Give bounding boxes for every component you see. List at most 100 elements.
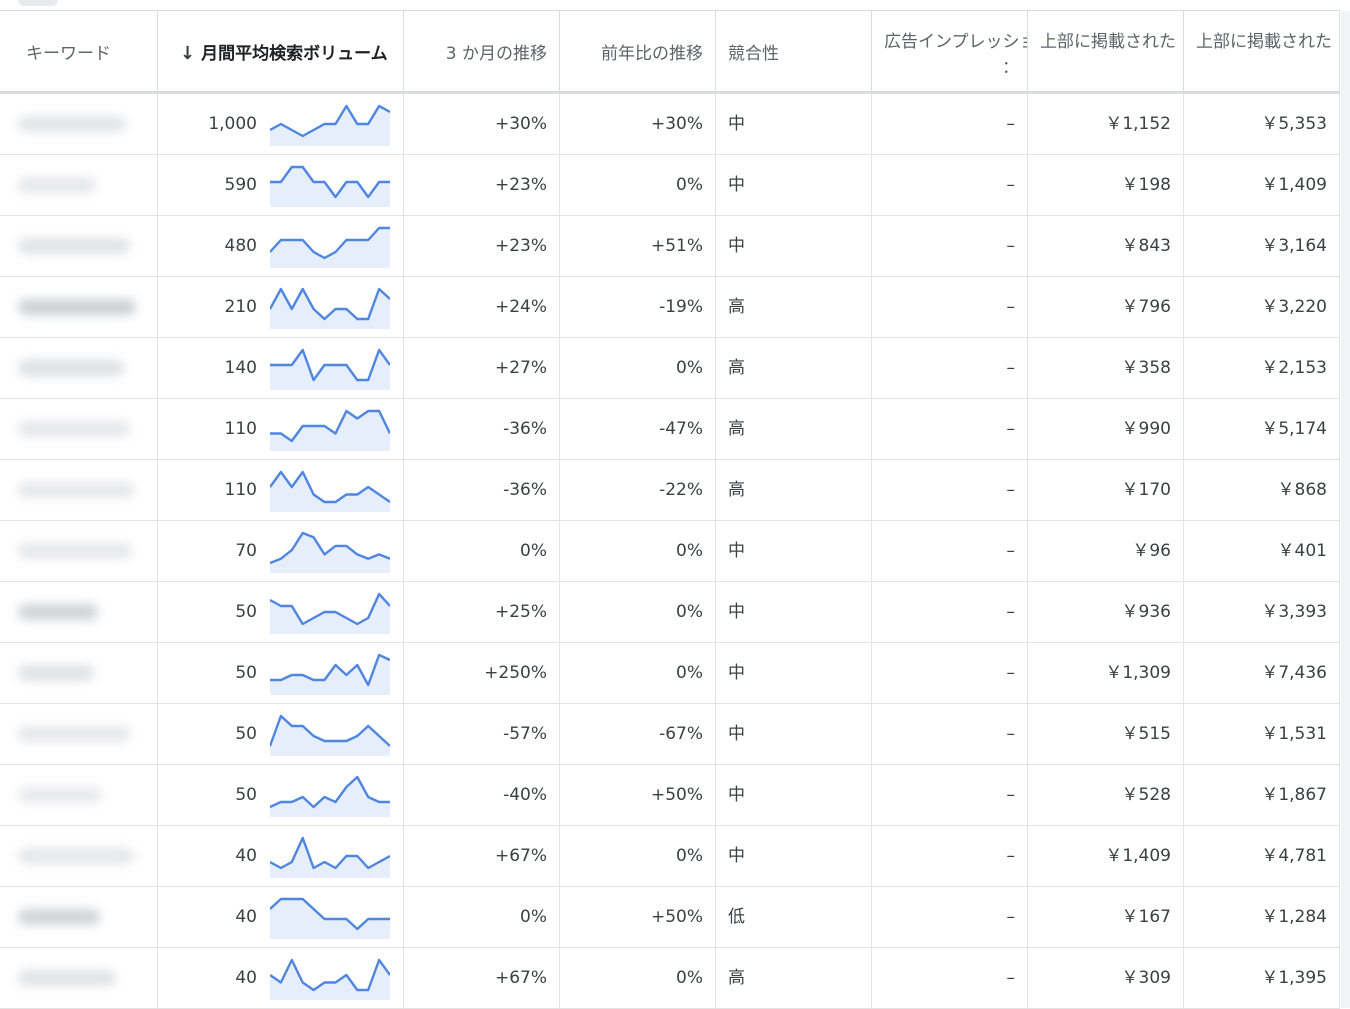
top-bid-low: ￥1,409 xyxy=(1028,826,1184,886)
volume-value: 40 xyxy=(235,968,257,988)
keyword-cell[interactable] xyxy=(0,582,158,642)
keyword-cell[interactable] xyxy=(0,216,158,276)
competition-level: 高 xyxy=(716,399,872,459)
competition-level: 中 xyxy=(716,826,872,886)
table-row[interactable]: 210 +24% -19% 高 – ￥796 ￥3,220 xyxy=(0,277,1340,338)
top-bid-high: ￥401 xyxy=(1184,521,1340,581)
keyword-cell[interactable] xyxy=(0,277,158,337)
column-header-impression-share[interactable]: 広告インプレッション ： xyxy=(872,11,1028,91)
column-header-yoy-label: 前年比の推移 xyxy=(601,44,703,64)
keyword-cell[interactable] xyxy=(0,948,158,1008)
column-header-top-bid-high[interactable]: 上部に掲載された xyxy=(1184,11,1340,91)
yoy-change: +50% xyxy=(560,765,716,825)
yoy-change: 0% xyxy=(560,521,716,581)
top-bid-low: ￥167 xyxy=(1028,887,1184,947)
top-bid-high: ￥1,284 xyxy=(1184,887,1340,947)
trend-sparkline xyxy=(270,348,390,390)
table-row[interactable]: 70 0% 0% 中 – ￥96 ￥401 xyxy=(0,521,1340,582)
three-month-change: 0% xyxy=(404,887,560,947)
volume-value: 40 xyxy=(235,907,257,927)
top-bid-low: ￥796 xyxy=(1028,277,1184,337)
three-month-change: +23% xyxy=(404,155,560,215)
table-row[interactable]: 50 +250% 0% 中 – ￥1,309 ￥7,436 xyxy=(0,643,1340,704)
column-header-top-bid-low-label: 上部に掲載された xyxy=(1040,32,1176,52)
column-header-top-bid-low[interactable]: 上部に掲載された xyxy=(1028,11,1184,91)
impression-share: – xyxy=(872,94,1028,154)
sort-descending-icon: ↓ xyxy=(180,43,196,64)
volume-cell: 590 xyxy=(158,155,404,215)
table-row[interactable]: 50 +25% 0% 中 – ￥936 ￥3,393 xyxy=(0,582,1340,643)
table-body: 1,000 +30% +30% 中 – ￥1,152 ￥5,353 590 +23% 0% 中 – ￥1… xyxy=(0,94,1340,1009)
top-bid-low: ￥990 xyxy=(1028,399,1184,459)
keyword-cell[interactable] xyxy=(0,399,158,459)
yoy-change: 0% xyxy=(560,582,716,642)
column-header-competition[interactable]: 競合性 xyxy=(716,11,872,91)
table-row[interactable]: 50 -57% -67% 中 – ￥515 ￥1,531 xyxy=(0,704,1340,765)
keyword-cell[interactable] xyxy=(0,643,158,703)
column-header-three-month[interactable]: 3 か月の推移 xyxy=(404,11,560,91)
table-row[interactable]: 40 0% +50% 低 – ￥167 ￥1,284 xyxy=(0,887,1340,948)
keyword-text-redacted xyxy=(18,238,130,254)
table-row[interactable]: 110 -36% -22% 高 – ￥170 ￥868 xyxy=(0,460,1340,521)
table-row[interactable]: 1,000 +30% +30% 中 – ￥1,152 ￥5,353 xyxy=(0,94,1340,155)
three-month-change: +23% xyxy=(404,216,560,276)
three-month-change: +250% xyxy=(404,643,560,703)
table-row[interactable]: 110 -36% -47% 高 – ￥990 ￥5,174 xyxy=(0,399,1340,460)
table-row[interactable]: 50 -40% +50% 中 – ￥528 ￥1,867 xyxy=(0,765,1340,826)
keyword-cell[interactable] xyxy=(0,765,158,825)
impression-share: – xyxy=(872,704,1028,764)
keyword-text-redacted xyxy=(18,299,136,315)
competition-level: 中 xyxy=(716,643,872,703)
top-bid-high: ￥3,393 xyxy=(1184,582,1340,642)
keyword-cell[interactable] xyxy=(0,460,158,520)
volume-value: 480 xyxy=(224,236,257,256)
column-header-keyword[interactable]: キーワード xyxy=(0,11,158,91)
trend-sparkline xyxy=(270,409,390,451)
keyword-cell[interactable] xyxy=(0,521,158,581)
impression-share: – xyxy=(872,826,1028,886)
keyword-cell[interactable] xyxy=(0,704,158,764)
column-header-volume[interactable]: ↓ 月間平均検索ボリューム xyxy=(158,11,404,91)
volume-value: 40 xyxy=(235,846,257,866)
trend-sparkline xyxy=(270,165,390,207)
keyword-cell[interactable] xyxy=(0,94,158,154)
volume-value: 590 xyxy=(224,175,257,195)
column-header-competition-label: 競合性 xyxy=(728,44,779,64)
top-bid-low: ￥309 xyxy=(1028,948,1184,1008)
sparkline-area xyxy=(270,106,390,146)
yoy-change: 0% xyxy=(560,948,716,1008)
competition-level: 高 xyxy=(716,277,872,337)
table-row[interactable]: 480 +23% +51% 中 – ￥843 ￥3,164 xyxy=(0,216,1340,277)
table-row[interactable]: 40 +67% 0% 高 – ￥309 ￥1,395 xyxy=(0,948,1340,1009)
sparkline-area xyxy=(270,777,390,817)
volume-value: 210 xyxy=(224,297,257,317)
three-month-change: +67% xyxy=(404,826,560,886)
table-row[interactable]: 590 +23% 0% 中 – ￥198 ￥1,409 xyxy=(0,155,1340,216)
impression-share: – xyxy=(872,887,1028,947)
keyword-text-redacted xyxy=(18,177,96,193)
impression-share: – xyxy=(872,338,1028,398)
table-row[interactable]: 140 +27% 0% 高 – ￥358 ￥2,153 xyxy=(0,338,1340,399)
competition-level: 中 xyxy=(716,155,872,215)
volume-value: 50 xyxy=(235,663,257,683)
keyword-cell[interactable] xyxy=(0,887,158,947)
top-bid-low: ￥96 xyxy=(1028,521,1184,581)
three-month-change: -57% xyxy=(404,704,560,764)
horizontal-scroll-area[interactable] xyxy=(1341,11,1350,1008)
column-header-yoy[interactable]: 前年比の推移 xyxy=(560,11,716,91)
competition-level: 高 xyxy=(716,948,872,1008)
top-bid-high: ￥7,436 xyxy=(1184,643,1340,703)
trend-sparkline xyxy=(270,836,390,878)
volume-cell: 140 xyxy=(158,338,404,398)
keyword-cell[interactable] xyxy=(0,338,158,398)
yoy-change: -47% xyxy=(560,399,716,459)
yoy-change: 0% xyxy=(560,338,716,398)
volume-value: 50 xyxy=(235,785,257,805)
table-row[interactable]: 40 +67% 0% 中 – ￥1,409 ￥4,781 xyxy=(0,826,1340,887)
keyword-cell[interactable] xyxy=(0,155,158,215)
volume-cell: 40 xyxy=(158,887,404,947)
sparkline-area xyxy=(270,228,390,268)
yoy-change: 0% xyxy=(560,155,716,215)
keyword-cell[interactable] xyxy=(0,826,158,886)
top-bid-high: ￥868 xyxy=(1184,460,1340,520)
